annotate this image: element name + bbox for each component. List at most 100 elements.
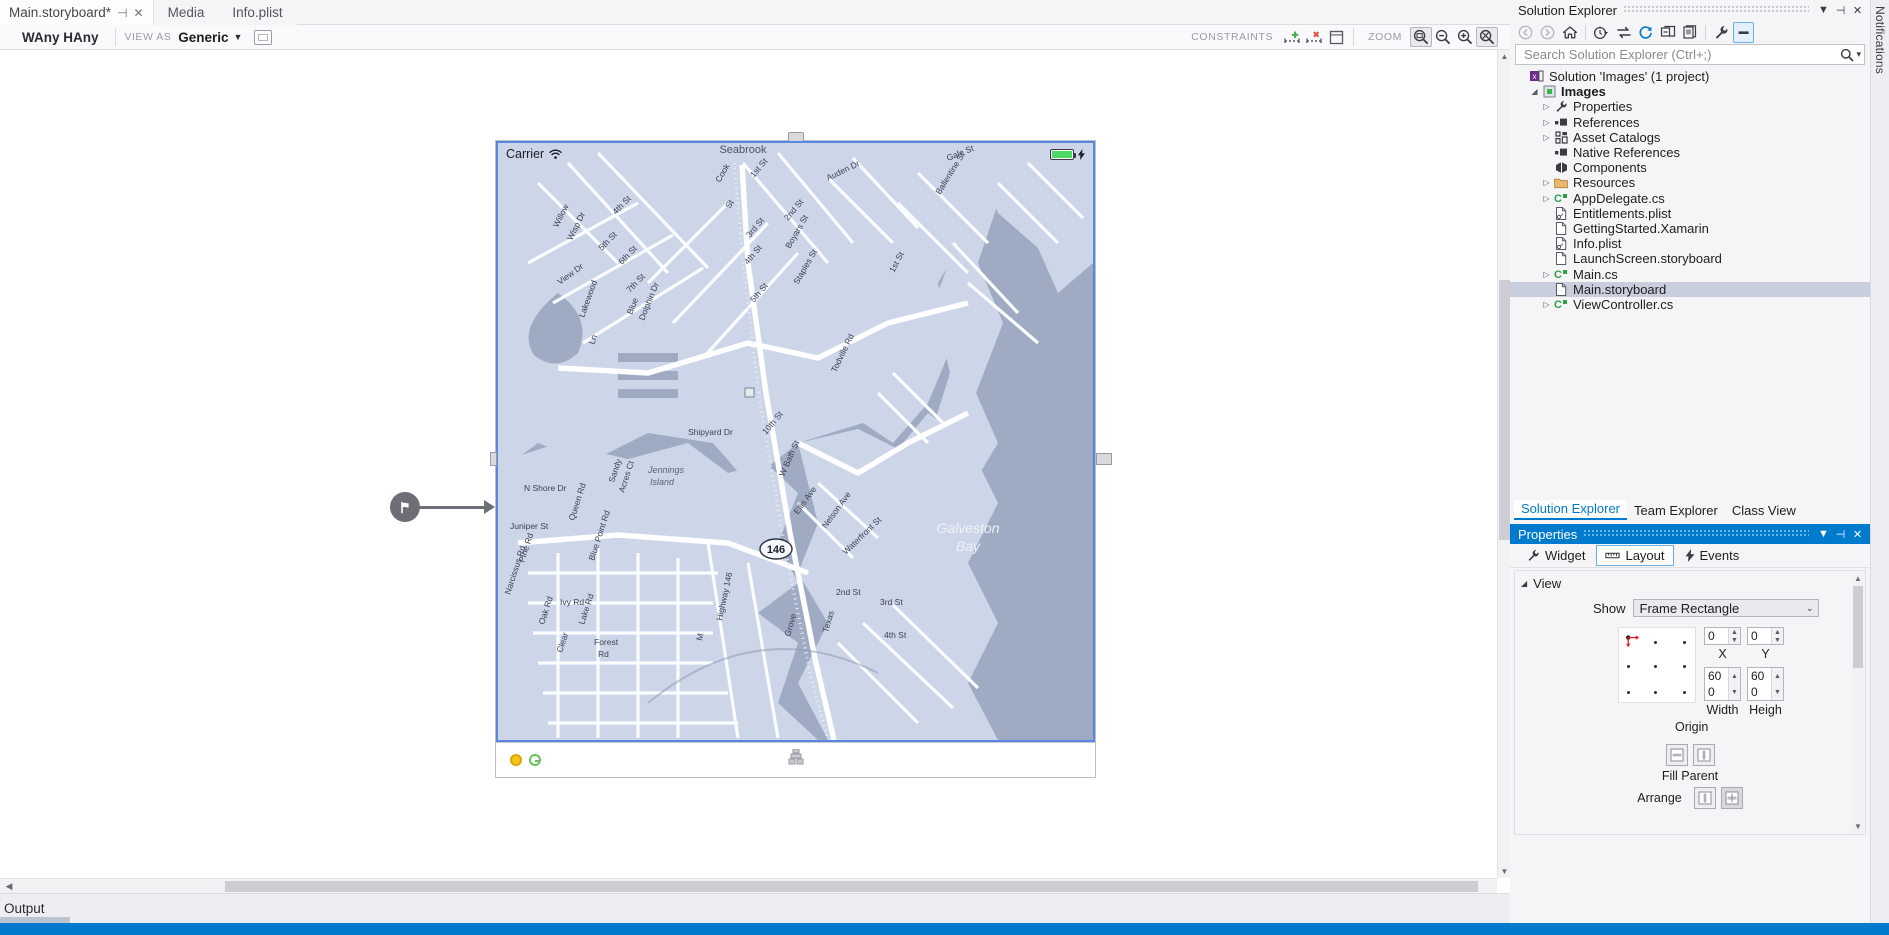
anchor-dot[interactable] xyxy=(1627,665,1630,668)
tree-item[interactable]: Main.storyboard xyxy=(1510,282,1870,297)
y-stepper[interactable]: ▲▼ xyxy=(1771,628,1783,644)
arrange-center-vertically-button[interactable] xyxy=(1694,787,1716,809)
view-as-dropdown[interactable]: Generic ▼ xyxy=(178,30,242,45)
expander-collapsed-icon[interactable]: ▷ xyxy=(1540,194,1553,203)
forward-icon[interactable] xyxy=(1537,22,1558,43)
tree-item[interactable]: Entitlements.plist xyxy=(1510,206,1870,221)
tree-item[interactable]: ▷Asset Catalogs xyxy=(1510,130,1870,145)
preview-selected-items-icon[interactable] xyxy=(1733,22,1754,43)
clear-constraints-icon[interactable] xyxy=(1303,27,1325,47)
tree-item[interactable]: ▷Properties xyxy=(1510,99,1870,114)
home-icon[interactable] xyxy=(1559,22,1580,43)
tab-solution-explorer[interactable]: Solution Explorer xyxy=(1514,500,1627,520)
expander-collapsed-icon[interactable]: ▷ xyxy=(1540,178,1553,187)
expander-collapsed-icon[interactable]: ▷ xyxy=(1540,300,1553,309)
storyboard-canvas[interactable]: .rd { stroke:#fbfcfe; fill:none; } .rdma… xyxy=(0,50,1497,878)
tab-class-view[interactable]: Class View xyxy=(1725,502,1803,520)
close-icon[interactable]: ✕ xyxy=(1849,2,1866,19)
anchor-dot[interactable] xyxy=(1683,665,1686,668)
tab-media[interactable]: Media xyxy=(154,0,219,25)
pending-changes-icon[interactable] xyxy=(1591,22,1612,43)
x-stepper[interactable]: ▲▼ xyxy=(1728,628,1740,644)
refresh-icon[interactable] xyxy=(1635,22,1656,43)
tab-layout[interactable]: Layout xyxy=(1596,545,1673,566)
y-field[interactable]: 0 ▲▼ xyxy=(1747,627,1784,645)
resize-handle-right[interactable] xyxy=(1096,453,1112,465)
anchor-dot[interactable] xyxy=(1654,691,1657,694)
canvas-horizontal-scrollbar[interactable]: ◀ xyxy=(0,878,1497,893)
expander-collapsed-icon[interactable]: ▷ xyxy=(1540,133,1553,142)
tab-info-plist[interactable]: Info.plist xyxy=(218,0,296,25)
tree-item[interactable]: ▷CViewController.cs xyxy=(1510,297,1870,312)
scrollbar-thumb[interactable] xyxy=(1499,280,1510,540)
search-input[interactable] xyxy=(1522,46,1840,63)
anchor-dot[interactable] xyxy=(1683,691,1686,694)
tree-item[interactable]: Native References xyxy=(1510,145,1870,160)
close-icon[interactable]: ✕ xyxy=(1849,526,1866,543)
origin-anchor-grid[interactable] xyxy=(1618,627,1696,703)
solution-tree[interactable]: xSolution 'Images' (1 project)◢Images▷Pr… xyxy=(1510,69,1870,467)
device-preview-button[interactable] xyxy=(254,30,272,45)
view-controller-scene[interactable]: .rd { stroke:#fbfcfe; fill:none; } .rdma… xyxy=(495,140,1096,778)
collapse-all-icon[interactable] xyxy=(1657,22,1678,43)
view-group-header[interactable]: ◢ View xyxy=(1515,571,1865,591)
back-icon[interactable] xyxy=(1515,22,1536,43)
scroll-left-arrow[interactable]: ◀ xyxy=(2,879,16,894)
tree-item[interactable]: ▷CAppDelegate.cs xyxy=(1510,191,1870,206)
properties-scrollbar[interactable]: ▲ ▼ xyxy=(1852,572,1864,833)
add-constraints-icon[interactable] xyxy=(1281,27,1303,47)
tree-item[interactable]: ▷Resources xyxy=(1510,175,1870,190)
chevron-down-icon[interactable]: ▾ xyxy=(1856,49,1861,60)
tab-team-explorer[interactable]: Team Explorer xyxy=(1627,502,1725,520)
tree-item[interactable]: ▷References xyxy=(1510,115,1870,130)
entry-point-arrow[interactable] xyxy=(390,492,495,522)
height-stepper[interactable]: ▲▼ xyxy=(1771,668,1783,700)
chevron-down-icon[interactable]: ▼ xyxy=(1815,2,1832,19)
scene-dock-handle[interactable] xyxy=(788,749,804,770)
anchor-dot[interactable] xyxy=(1654,665,1657,668)
scene-dock[interactable] xyxy=(496,742,1095,777)
chevron-down-icon[interactable]: ▼ xyxy=(1815,526,1832,543)
properties-icon[interactable] xyxy=(1711,22,1732,43)
tree-item[interactable]: Info.plist xyxy=(1510,236,1870,251)
tree-item[interactable]: GettingStarted.Xamarin xyxy=(1510,221,1870,236)
zoom-out-icon[interactable] xyxy=(1432,27,1454,47)
device-screen[interactable]: .rd { stroke:#fbfcfe; fill:none; } .rdma… xyxy=(496,141,1095,742)
sync-with-active-document-icon[interactable] xyxy=(1613,22,1634,43)
tab-main-storyboard[interactable]: Main.storyboard* ⊣ ✕ xyxy=(0,0,154,25)
search-solution-explorer[interactable]: ▾ xyxy=(1515,44,1865,65)
tree-item[interactable]: Components xyxy=(1510,160,1870,175)
show-dropdown[interactable]: Frame Rectangle ⌄ xyxy=(1633,599,1819,617)
arrange-center-horizontally-button[interactable] xyxy=(1721,787,1743,809)
x-field[interactable]: 0 ▲▼ xyxy=(1704,627,1741,645)
frame-icon[interactable] xyxy=(1325,27,1347,47)
drag-grip[interactable] xyxy=(1623,6,1809,14)
drag-grip[interactable] xyxy=(1583,530,1809,538)
pin-icon[interactable]: ⊣ xyxy=(1832,2,1849,19)
size-class-button[interactable]: WAny HAny xyxy=(0,25,115,50)
scroll-down-arrow[interactable]: ▼ xyxy=(1852,820,1864,833)
tree-item[interactable]: LaunchScreen.storyboard xyxy=(1510,251,1870,266)
notifications-rail[interactable]: Notifications xyxy=(1870,0,1889,923)
expander-collapsed-icon[interactable]: ▷ xyxy=(1540,118,1553,127)
scrollbar-thumb[interactable] xyxy=(1853,586,1863,668)
tree-item[interactable]: ◢Images xyxy=(1510,84,1870,99)
tab-events[interactable]: Events xyxy=(1676,545,1749,566)
scrollbar-thumb[interactable] xyxy=(225,881,1478,892)
scroll-up-arrow[interactable]: ▲ xyxy=(1852,572,1864,585)
tree-item[interactable]: xSolution 'Images' (1 project) xyxy=(1510,69,1870,84)
pin-icon[interactable]: ⊣ xyxy=(117,6,127,20)
zoom-in-icon[interactable] xyxy=(1454,27,1476,47)
zoom-fit-icon[interactable] xyxy=(1410,27,1432,47)
fill-parent-horizontally-button[interactable] xyxy=(1666,744,1688,766)
show-all-files-icon[interactable] xyxy=(1679,22,1700,43)
anchor-dot[interactable] xyxy=(1683,641,1686,644)
first-responder-icon[interactable] xyxy=(529,754,541,766)
tab-widget[interactable]: Widget xyxy=(1518,545,1594,566)
height-field[interactable]: 600 ▲▼ xyxy=(1747,667,1784,701)
pin-icon[interactable]: ⊣ xyxy=(1832,526,1849,543)
output-panel-header[interactable]: Output xyxy=(0,893,1510,923)
anchor-dot[interactable] xyxy=(1654,641,1657,644)
width-field[interactable]: 600 ▲▼ xyxy=(1704,667,1741,701)
expander-collapsed-icon[interactable]: ▷ xyxy=(1540,270,1553,279)
